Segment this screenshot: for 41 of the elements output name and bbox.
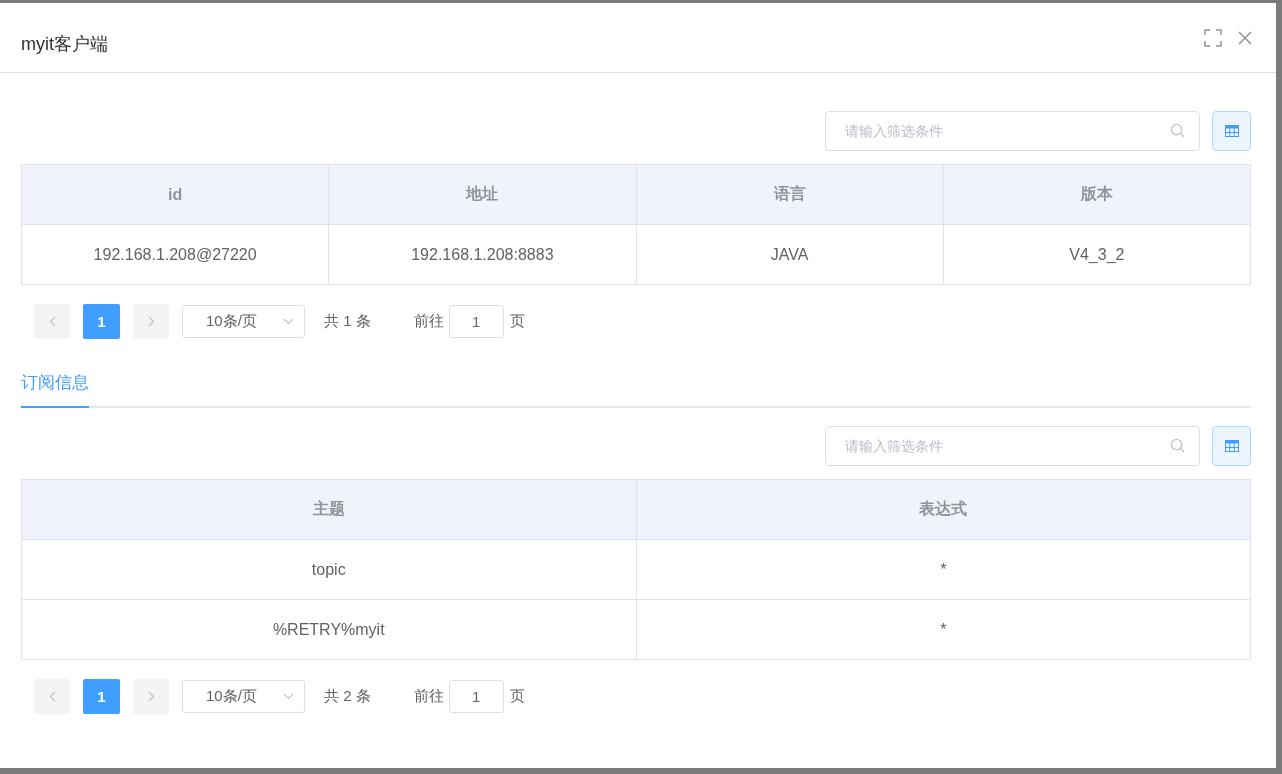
close-icon[interactable] xyxy=(1238,30,1252,45)
column-header: 地址 xyxy=(328,164,636,225)
search-icon[interactable] xyxy=(1170,123,1185,138)
chevron-left-icon xyxy=(48,691,56,702)
column-header: 主题 xyxy=(21,479,636,540)
columns-button[interactable] xyxy=(1212,111,1251,151)
table-cell: JAVA xyxy=(636,224,944,285)
table-cell: %RETRY%myit xyxy=(21,599,636,660)
column-header: 版本 xyxy=(943,164,1251,225)
table-icon xyxy=(1224,125,1239,137)
table-cell: topic xyxy=(21,539,636,600)
table-cell: 192.168.1.208@27220 xyxy=(21,224,329,285)
column-header: id xyxy=(21,164,329,225)
column-header: 语言 xyxy=(636,164,944,225)
goto-label: 前往 xyxy=(413,687,444,706)
page-input[interactable]: 1 xyxy=(448,680,504,713)
goto-label: 前往 xyxy=(413,312,444,331)
table-cell: * xyxy=(636,539,1251,600)
table-cell: V4_3_2 xyxy=(943,224,1251,285)
table-icon xyxy=(1224,440,1239,452)
fullscreen-icon[interactable] xyxy=(1204,28,1222,47)
columns-button[interactable] xyxy=(1212,426,1251,466)
page-input[interactable]: 1 xyxy=(448,305,504,338)
column-header: 表达式 xyxy=(636,479,1251,540)
total-count: 共 1 条 xyxy=(324,312,371,331)
chevron-right-icon xyxy=(147,691,155,702)
search-field[interactable]: 请输入筛选条件 xyxy=(825,111,1200,151)
dialog-title: myit客户端 xyxy=(21,32,108,56)
total-count: 共 2 条 xyxy=(324,687,371,706)
search-field[interactable]: 请输入筛选条件 xyxy=(825,426,1200,466)
chevron-right-icon xyxy=(147,316,155,327)
chevron-down-icon xyxy=(283,693,294,700)
page-suffix: 页 xyxy=(509,312,525,331)
table-cell: 192.168.1.208:8883 xyxy=(328,224,636,285)
chevron-down-icon xyxy=(283,318,294,325)
page-size-select[interactable]: 10条/页 xyxy=(182,305,305,338)
page-suffix: 页 xyxy=(509,687,525,706)
search-icon[interactable] xyxy=(1170,438,1185,453)
chevron-left-icon xyxy=(48,316,56,327)
table-cell: * xyxy=(636,599,1251,660)
page-size-select[interactable]: 10条/页 xyxy=(182,680,305,713)
